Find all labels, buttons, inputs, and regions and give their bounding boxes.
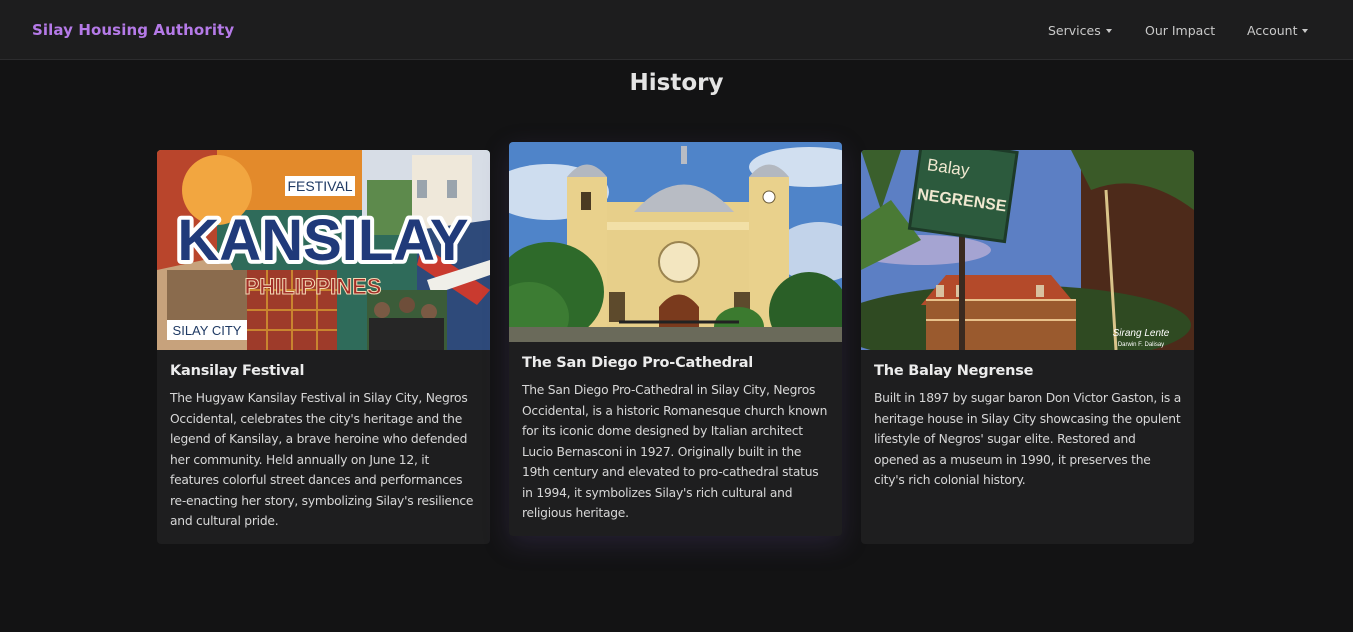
- silay-city-label: SILAY CITY: [173, 323, 242, 338]
- nav-services-dropdown[interactable]: Services: [1048, 23, 1112, 38]
- philippines-label: PHILIPPINES: [245, 274, 382, 299]
- card-description: Built in 1897 by sugar baron Don Victor …: [874, 391, 1181, 487]
- nav-account-dropdown[interactable]: Account: [1247, 23, 1309, 38]
- nav-our-impact-label: Our Impact: [1145, 23, 1216, 38]
- kansilay-festival-image: FESTIVAL KANSILAY KANSILAY PHILIPPINES S…: [157, 150, 490, 350]
- watermark-credit: Darwin F. Dalisay: [1118, 342, 1164, 348]
- brand-link[interactable]: Silay Housing Authority: [32, 21, 234, 39]
- san-diego-cathedral-image: [509, 142, 842, 342]
- card-description: The San Diego Pro-Cathedral in Silay Cit…: [522, 383, 828, 520]
- card-title: The San Diego Pro-Cathedral: [522, 355, 754, 371]
- top-navbar: Silay Housing Authority Services Our Imp…: [0, 0, 1353, 60]
- nav-account-label: Account: [1247, 23, 1298, 38]
- card-description: The Hugyaw Kansilay Festival in Silay Ci…: [170, 391, 474, 528]
- nav-services-label: Services: [1048, 23, 1101, 38]
- caret-down-icon: [1105, 29, 1112, 33]
- balay-negrense-image: Balay NEGRENSE Sirang Lente Darwin F. Da…: [861, 150, 1194, 350]
- history-card-balay-negrense[interactable]: Balay NEGRENSE Sirang Lente Darwin F. Da…: [861, 150, 1194, 544]
- page-title: History: [629, 70, 724, 96]
- history-card-kansilay[interactable]: FESTIVAL KANSILAY KANSILAY PHILIPPINES S…: [157, 150, 490, 544]
- history-card-cathedral[interactable]: The San Diego Pro-Cathedral The San Dieg…: [509, 142, 842, 536]
- nav-our-impact-link[interactable]: Our Impact: [1145, 23, 1215, 38]
- card-title: Kansilay Festival: [170, 363, 305, 379]
- watermark-name: Sirang Lente: [1113, 328, 1170, 339]
- card-title: The Balay Negrense: [874, 363, 1034, 379]
- caret-down-icon: [1302, 29, 1309, 33]
- kansilay-wordmark: KANSILAY: [177, 208, 468, 273]
- festival-label: FESTIVAL: [287, 178, 352, 194]
